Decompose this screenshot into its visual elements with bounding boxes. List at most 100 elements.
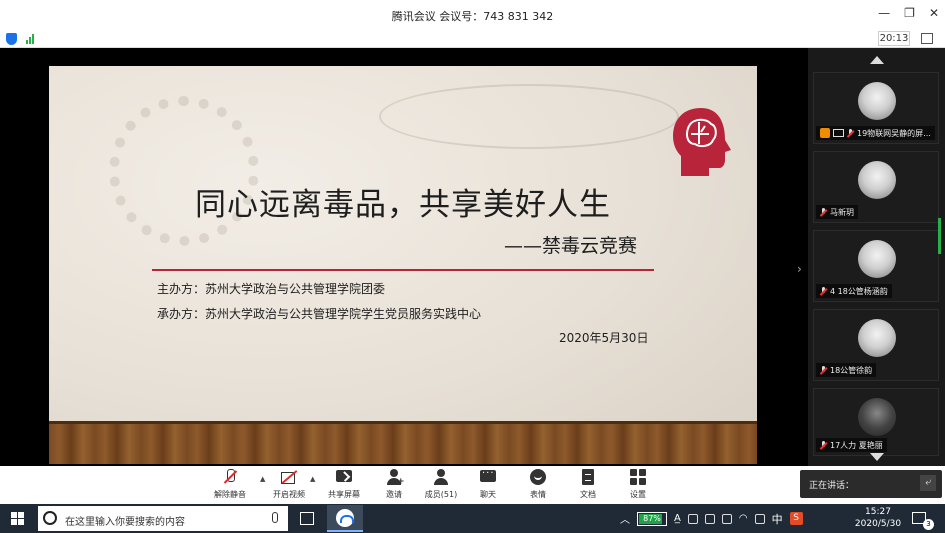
tray-app-icon[interactable] — [687, 513, 698, 524]
slide-date: 2020年5月30日 — [559, 331, 649, 345]
members-button[interactable]: 成员(51) — [417, 468, 465, 500]
muted-mic-icon — [820, 440, 827, 450]
speaking-label: 正在讲话： — [809, 481, 855, 491]
documents-button[interactable]: 文档 — [564, 468, 612, 500]
participant-avatar — [858, 398, 896, 436]
fullscreen-icon[interactable] — [921, 33, 933, 44]
scroll-down-icon[interactable] — [870, 453, 884, 461]
tencent-meeting-logo-icon — [336, 509, 354, 527]
emoji-icon — [529, 468, 547, 486]
invite-button[interactable]: + 邀请 — [370, 468, 418, 500]
document-icon — [579, 468, 597, 486]
ai-tray-icon[interactable]: A̲ — [674, 513, 681, 524]
share-screen-icon — [335, 468, 353, 486]
speaking-indicator: 正在讲话： ⤶ — [800, 470, 942, 498]
unmute-button[interactable]: 解除静音 — [206, 468, 254, 500]
meeting-timer: 20:13 — [878, 31, 910, 46]
participant-name: 4 18公管杨涵韵 — [830, 286, 888, 296]
chat-button[interactable]: 聊天 — [464, 468, 512, 500]
muted-mic-icon — [820, 207, 827, 217]
settings-grid-icon — [629, 468, 647, 486]
windows-start-icon[interactable] — [11, 512, 24, 525]
sogou-ime-icon[interactable]: S — [789, 512, 803, 525]
minimize-icon[interactable]: — — [878, 6, 890, 20]
collapse-back-icon[interactable]: ⤶ — [920, 475, 936, 491]
notification-center-icon[interactable]: 3 — [912, 512, 934, 530]
clock-time: 15:27 — [865, 507, 891, 517]
windows-taskbar: 在这里输入你要搜索的内容 ︿ 87% A̲ ◠ 中 S 15:27 2020/5… — [0, 504, 945, 533]
wood-floor-decoration — [49, 421, 757, 464]
participant-avatar — [858, 161, 896, 199]
co-organizer-text: 承办方：苏州大学政治与公共管理学院学生党员服务实践中心 — [157, 307, 482, 321]
slide-title: 同心远离毒品，共享美好人生 — [195, 187, 611, 223]
volume-icon[interactable] — [754, 513, 765, 524]
participant-avatar — [858, 82, 896, 120]
system-tray: ︿ 87% A̲ ◠ 中 S — [620, 504, 803, 533]
window-controls: — ❐ ✕ — [878, 6, 939, 20]
emoji-label: 表情 — [530, 490, 546, 499]
muted-mic-icon — [847, 128, 854, 138]
start-video-button[interactable]: 开启视频 — [265, 468, 313, 500]
emoji-button[interactable]: 表情 — [514, 468, 562, 500]
screen-share-icon — [833, 129, 844, 137]
collapse-panel-arrow-icon[interactable]: › — [797, 262, 802, 276]
muted-microphone-icon — [221, 468, 239, 486]
participant-name: 17人力 夏艳丽 — [830, 440, 883, 450]
wifi-icon[interactable]: ◠ — [739, 513, 748, 524]
taskbar-clock[interactable]: 15:27 2020/5/30 — [852, 506, 904, 530]
participant-tile[interactable]: 马新玥 — [813, 151, 939, 223]
presentation-slide: 同心远离毒品，共享美好人生 ——禁毒云竞赛 主办方：苏州大学政治与公共管理学院团… — [49, 66, 757, 464]
restore-icon[interactable]: ❐ — [904, 6, 915, 20]
host-icon — [820, 128, 830, 138]
panel-scrollbar[interactable] — [938, 218, 941, 254]
participant-label: 18公管徐韵 — [816, 363, 877, 377]
video-off-icon — [280, 468, 298, 486]
participant-name: 19物联网吴静的屏... — [857, 128, 931, 138]
muted-mic-icon — [820, 286, 827, 296]
participant-avatar — [858, 319, 896, 357]
battery-indicator[interactable]: 87% — [637, 511, 667, 526]
participant-avatar — [858, 240, 896, 278]
taskbar-search-input[interactable]: 在这里输入你要搜索的内容 — [38, 506, 288, 531]
participant-tile[interactable]: 17人力 夏艳丽 — [813, 388, 939, 456]
video-options-chevron-icon[interactable]: ▲ — [310, 475, 315, 483]
shared-screen-area: 同心远离毒品，共享美好人生 ——禁毒云竞赛 主办方：苏州大学政治与公共管理学院团… — [0, 48, 808, 466]
close-icon[interactable]: ✕ — [929, 6, 939, 20]
decorative-airship — [379, 84, 679, 149]
brain-head-icon — [673, 108, 731, 176]
notification-count-badge: 3 — [923, 519, 934, 530]
participant-label: 19物联网吴静的屏... — [816, 126, 935, 140]
title-divider — [152, 269, 654, 271]
participant-tile[interactable]: 19物联网吴静的屏... — [813, 72, 939, 144]
participant-label: 4 18公管杨涵韵 — [816, 284, 892, 298]
share-screen-button[interactable]: 共享屏幕 — [320, 468, 368, 500]
tencent-meeting-taskbar-app[interactable] — [327, 505, 363, 532]
window-titlebar: 腾讯会议 会议号：743 831 342 — ❐ ✕ — [0, 0, 945, 30]
add-person-icon: + — [385, 468, 405, 487]
input-method-indicator[interactable]: 中 — [772, 511, 783, 527]
search-placeholder: 在这里输入你要搜索的内容 — [65, 517, 185, 528]
settings-label: 设置 — [630, 490, 646, 499]
unmute-label: 解除静音 — [214, 490, 246, 499]
voice-search-mic-icon[interactable] — [272, 512, 278, 523]
tray-expand-chevron-icon[interactable]: ︿ — [620, 511, 630, 526]
participant-tile[interactable]: 4 18公管杨涵韵 — [813, 230, 939, 302]
network-signal-icon[interactable] — [26, 34, 34, 44]
clock-date: 2020/5/30 — [854, 519, 902, 529]
tray-app-icon[interactable] — [704, 513, 715, 524]
participant-tile[interactable]: 18公管徐韵 — [813, 309, 939, 381]
battery-percent: 87% — [643, 513, 661, 523]
participant-name: 18公管徐韵 — [830, 365, 873, 375]
security-shield-icon[interactable] — [6, 33, 17, 45]
participant-label: 马新玥 — [816, 205, 858, 219]
cortana-icon[interactable] — [43, 511, 57, 525]
task-view-icon[interactable] — [300, 512, 314, 525]
members-label: 成员(51) — [424, 490, 458, 499]
muted-mic-icon — [820, 365, 827, 375]
chat-label: 聊天 — [480, 490, 496, 499]
scroll-up-icon[interactable] — [870, 56, 884, 64]
slide-subtitle: ——禁毒云竞赛 — [503, 235, 637, 257]
chat-icon — [479, 468, 497, 486]
tray-app-icon[interactable] — [721, 513, 732, 524]
settings-button[interactable]: 设置 — [614, 468, 662, 500]
